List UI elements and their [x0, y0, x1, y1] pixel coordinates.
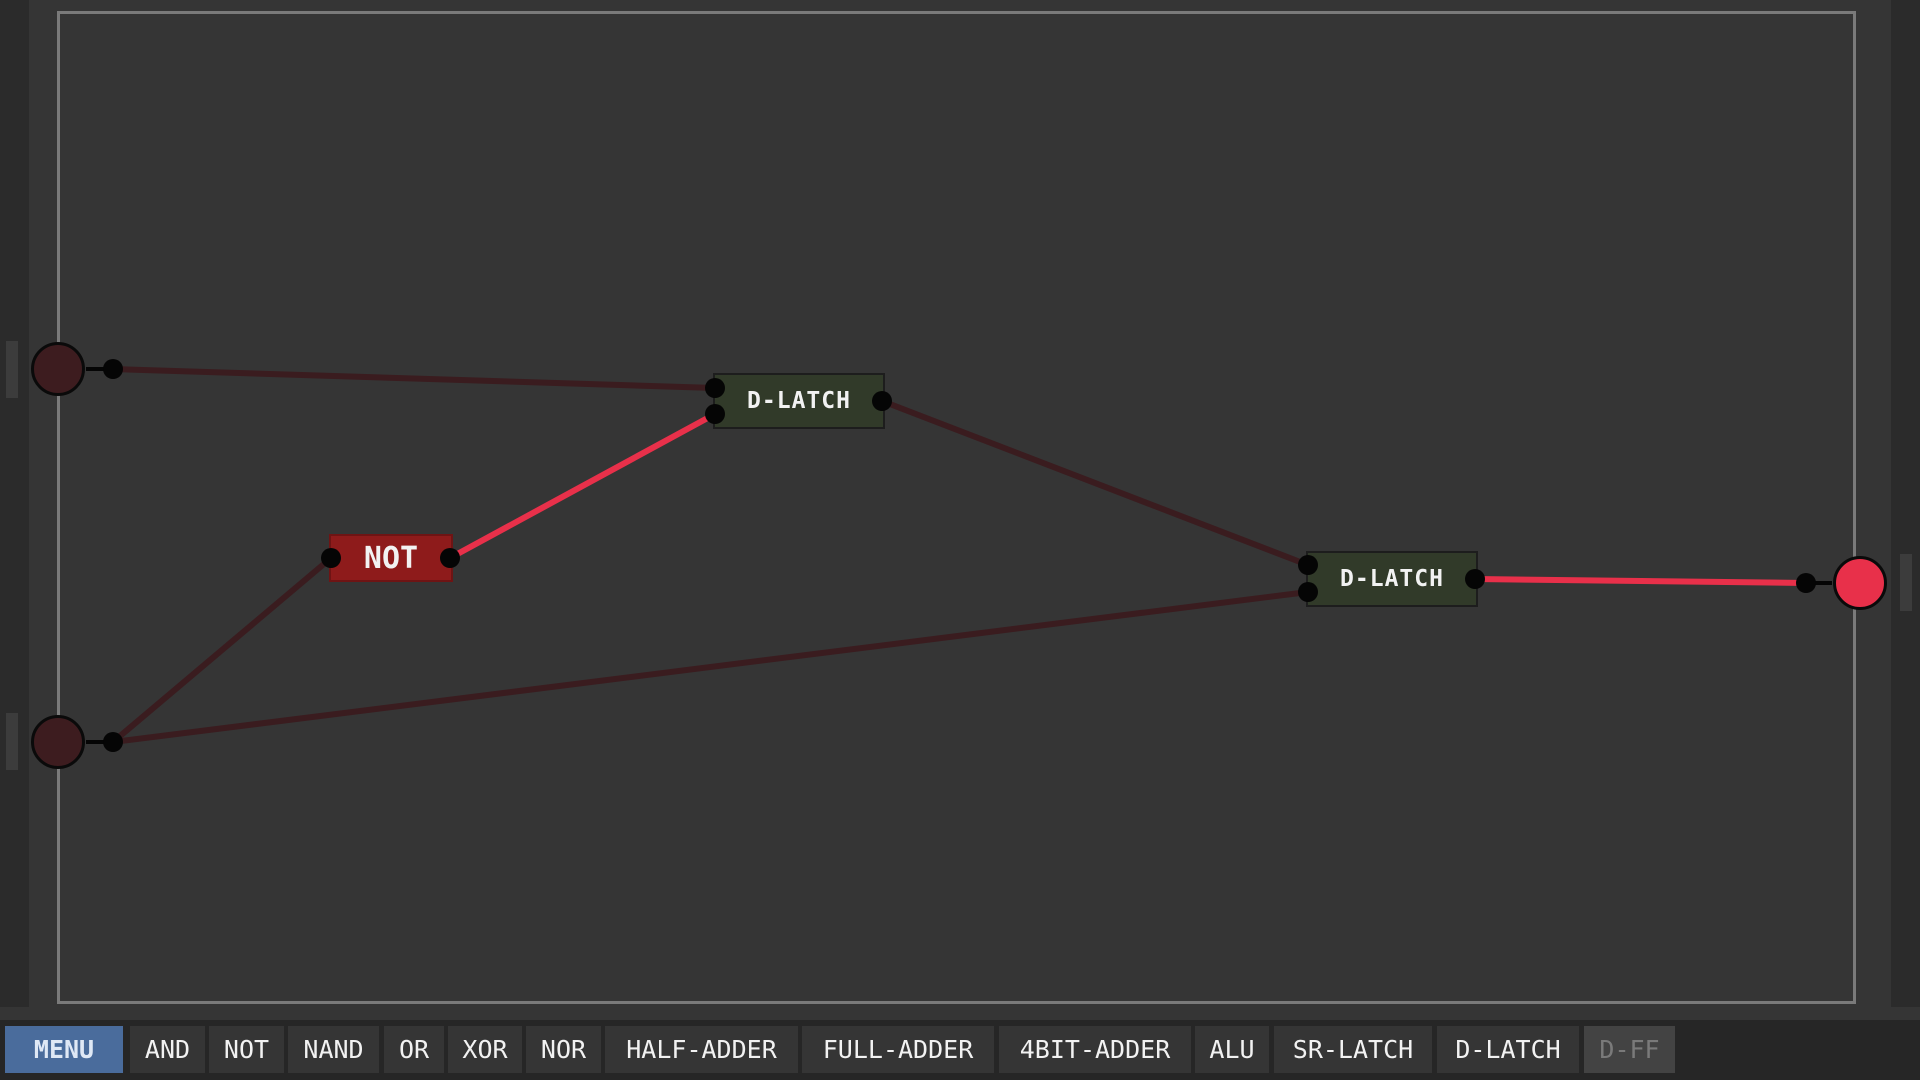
toolbar-item-or[interactable]: OR: [384, 1026, 444, 1073]
output-lamp-1: [1833, 556, 1887, 610]
wires-layer: [86, 366, 1832, 745]
output-1-pin[interactable]: [1796, 573, 1816, 593]
toolbar-item-not[interactable]: NOT: [209, 1026, 284, 1073]
wire-in2-to-not[interactable]: [110, 555, 334, 745]
wire-dlatch2-to-out[interactable]: [1472, 576, 1809, 586]
d-latch-2-pin-en[interactable]: [1298, 582, 1318, 602]
chip-label: D-LATCH: [1340, 566, 1444, 592]
d-latch-chip-2[interactable]: D-LATCH: [1306, 551, 1478, 607]
input-switch-1[interactable]: [31, 342, 85, 396]
input-2-pin[interactable]: [103, 732, 123, 752]
toolbar-item-xor[interactable]: XOR: [448, 1026, 522, 1073]
d-latch-2-pin-d[interactable]: [1298, 555, 1318, 575]
toolbar-item-half-adder[interactable]: HALF-ADDER: [605, 1026, 798, 1073]
not-gate-pin-out[interactable]: [440, 548, 460, 568]
d-latch-2-pin-q[interactable]: [1465, 569, 1485, 589]
not-gate-pin-in[interactable]: [321, 548, 341, 568]
wire-in2-to-dlatch2-en[interactable]: [110, 589, 1311, 745]
d-latch-1-pin-d[interactable]: [705, 378, 725, 398]
component-toolbar: MENU AND NOT NAND OR XOR NOR HALF-ADDER …: [0, 1020, 1920, 1080]
toolbar-item-and[interactable]: AND: [130, 1026, 205, 1073]
circuit-simulator: D-LATCH NOT D-LATCH MENU AND NOT NAND OR…: [0, 0, 1920, 1080]
menu-button[interactable]: MENU: [5, 1026, 123, 1073]
chip-label: D-LATCH: [747, 388, 851, 414]
wire-not-to-dlatch1-en[interactable]: [447, 411, 718, 561]
d-latch-chip-1[interactable]: D-LATCH: [713, 373, 885, 429]
toolbar-item-d-ff: D-FF: [1584, 1026, 1675, 1073]
toolbar-item-nor[interactable]: NOR: [526, 1026, 601, 1073]
toolbar-item-sr-latch[interactable]: SR-LATCH: [1274, 1026, 1432, 1073]
toolbar-item-4bit-adder[interactable]: 4BIT-ADDER: [999, 1026, 1191, 1073]
toolbar-item-full-adder[interactable]: FULL-ADDER: [802, 1026, 994, 1073]
d-latch-1-pin-en[interactable]: [705, 404, 725, 424]
wire-dlatch1-to-dlatch2-d[interactable]: [879, 398, 1311, 568]
chip-label: NOT: [363, 540, 419, 576]
toolbar-item-alu[interactable]: ALU: [1195, 1026, 1269, 1073]
d-latch-1-pin-q[interactable]: [872, 391, 892, 411]
toolbar-item-nand[interactable]: NAND: [288, 1026, 379, 1073]
toolbar-item-d-latch[interactable]: D-LATCH: [1437, 1026, 1579, 1073]
input-1-pin[interactable]: [103, 359, 123, 379]
not-gate-chip[interactable]: NOT: [329, 534, 453, 582]
input-switch-2[interactable]: [31, 715, 85, 769]
wire-in1-to-dlatch1-d[interactable]: [110, 366, 718, 391]
